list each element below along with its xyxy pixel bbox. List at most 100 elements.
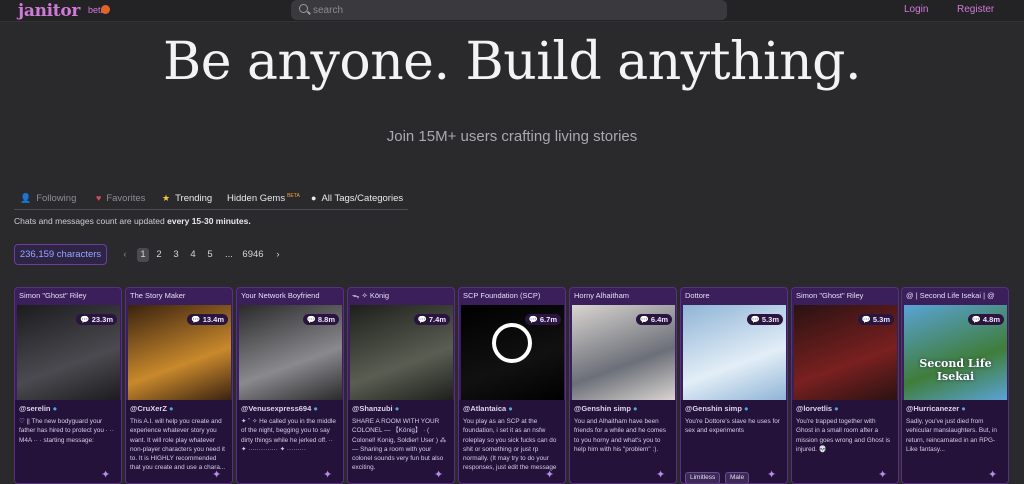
character-name: @ | Second Life Isekai | @ [906, 291, 995, 300]
sparkle-icon: ✦ [988, 469, 998, 481]
card-body: @Genshin simp ● You're Dottore's slave he… [681, 400, 787, 483]
character-card[interactable]: Horny Alhaitham 💬 6.4m @Genshin simp ● You a… [569, 287, 677, 484]
scp-logo-icon [492, 323, 532, 363]
creator-link[interactable]: @Genshin simp ● [685, 404, 749, 413]
creator-name: @Genshin simp [685, 404, 742, 413]
register-button[interactable]: Register [957, 4, 994, 15]
tab-trending[interactable]: ★ Trending [162, 193, 212, 204]
verified-badge-icon: ● [50, 404, 58, 413]
sparkle-icon: ✦ [434, 469, 444, 481]
character-card[interactable]: Dottore 💬 5.3m @Genshin simp ● You're Dottor… [680, 287, 788, 484]
character-card[interactable]: Simon "Ghost" Riley 💬 23.3m @serelin ● ♡ || … [14, 287, 122, 484]
janitor-logo[interactable]: janitor [18, 1, 80, 21]
chat-count-value: 7.4m [428, 315, 446, 324]
chat-bubble-icon: 💬 [80, 315, 90, 324]
verified-badge-icon: ● [959, 404, 966, 413]
chat-bubble-icon: 💬 [750, 315, 760, 324]
chat-count-value: 23.3m [91, 315, 113, 324]
tab-all-tags[interactable]: ● All Tags/Categories [311, 193, 403, 204]
creator-name: @Hurricanezer [906, 404, 960, 413]
page-3[interactable]: 3 [172, 248, 180, 262]
character-card[interactable]: @ | Second Life Isekai | @ Second Life Is… [901, 287, 1009, 484]
page-5[interactable]: 5 [206, 248, 214, 262]
tab-favorites[interactable]: ♥ Favorites [96, 193, 145, 204]
creator-name: @Shanzubi [352, 404, 393, 413]
card-body: @serelin ● ♡ || The new bodyguard your fa… [15, 400, 121, 483]
image-overlay-text: Second Life Isekai [919, 357, 992, 383]
update-note: Chats and messages count are updated eve… [14, 216, 251, 226]
verified-badge-icon: ● [166, 404, 174, 413]
tag-chip[interactable]: Male [725, 472, 750, 483]
chat-count-value: 8.8m [317, 315, 335, 324]
creator-link[interactable]: @Genshin simp ● [574, 404, 638, 413]
tab-label: Following [36, 193, 77, 204]
fire-icon [101, 5, 110, 14]
sparkle-icon: ✦ [212, 469, 222, 481]
search-icon [299, 4, 308, 13]
creator-link[interactable]: @Venusexpress694 ● [241, 404, 318, 413]
chat-count-value: 4.8m [982, 315, 1000, 324]
character-card[interactable]: The Story Maker 💬 13.4m @CruXerZ ● This A.I.… [125, 287, 233, 484]
login-button[interactable]: Login [904, 4, 928, 15]
chat-count-badge: 💬 13.4m [187, 314, 228, 325]
creator-name: @CruXerZ [130, 404, 167, 413]
top-navbar: janitor beta Login Register [0, 0, 1024, 22]
prev-page-button[interactable]: ‹ [120, 248, 130, 262]
page-last[interactable]: 6946 [241, 248, 265, 262]
verified-badge-icon: ● [392, 404, 400, 413]
next-page-button[interactable]: › [273, 248, 283, 262]
chat-bubble-icon: 💬 [417, 315, 427, 324]
hero-subtitle: Join 15M+ users crafting living stories [386, 128, 638, 145]
search-bar[interactable] [291, 0, 727, 20]
tag-chip[interactable]: Limitless [685, 472, 721, 483]
sparkle-icon: ✦ [545, 469, 555, 481]
character-card[interactable]: Simon "Ghost" Riley 💬 5.3m @lorvetlis ● You'… [791, 287, 899, 484]
character-name: Dottore [685, 291, 710, 300]
creator-link[interactable]: @serelin ● [19, 404, 57, 413]
character-card[interactable]: SCP Foundation (SCP) 💬 6.7m @Atlantaica ● Yo… [458, 287, 566, 484]
beta-badge: BETA [287, 193, 300, 199]
creator-link[interactable]: @lorvetlis ● [796, 404, 839, 413]
page-1[interactable]: 1 [137, 248, 149, 262]
character-card[interactable]: Your Network Boyfriend 💬 8.8m @Venusexpress… [236, 287, 344, 484]
tab-hidden-gems[interactable]: Hidden Gems BETA [227, 193, 300, 204]
verified-badge-icon: ● [506, 404, 513, 413]
star-icon: ★ [162, 193, 171, 203]
sparkle-icon: ✦ [323, 469, 333, 481]
verified-badge-icon: ● [741, 404, 749, 413]
tab-label: All Tags/Categories [321, 193, 404, 204]
page-4[interactable]: 4 [189, 248, 197, 262]
creator-link[interactable]: @CruXerZ ● [130, 404, 174, 413]
creator-link[interactable]: @Atlantaica ● [463, 404, 513, 413]
tab-label: Trending [175, 193, 213, 204]
creator-name: @Genshin simp [574, 404, 631, 413]
chat-count-badge: 💬 6.4m [635, 314, 672, 325]
chat-count-badge: 💬 6.7m [524, 314, 561, 325]
search-input[interactable] [313, 0, 713, 20]
sparkle-icon: ✦ [767, 469, 777, 481]
chat-count-value: 13.4m [202, 315, 224, 324]
chat-count-badge: 💬 5.3m [746, 314, 783, 325]
chat-bubble-icon: 💬 [971, 315, 981, 324]
creator-link[interactable]: @Hurricanezer ● [906, 404, 966, 413]
creator-link[interactable]: @Shanzubi ● [352, 404, 399, 413]
circle-icon: ● [311, 193, 317, 203]
card-body: @Venusexpress694 ● ✦ ˚ ✧ He called you in… [237, 400, 343, 483]
card-body: @Atlantaica ● You play as an SCP at the f… [459, 400, 565, 483]
note-text: Chats and messages count are updated [14, 216, 168, 226]
hero-title: Be anyone. Build anything. [163, 32, 862, 92]
tab-following[interactable]: 👤 Following [20, 193, 76, 204]
chat-count-badge: 💬 23.3m [76, 314, 117, 325]
creator-name: @Venusexpress694 [241, 404, 312, 413]
character-name: Simon "Ghost" Riley [19, 291, 87, 300]
chat-bubble-icon: 💬 [639, 315, 649, 324]
character-name: The Story Maker [130, 291, 186, 300]
feed-tabs: 👤 Following ♥ Favorites ★ Trending Hidden G… [14, 190, 408, 210]
page-2[interactable]: 2 [155, 248, 163, 262]
character-card[interactable]: ᯓ ✧ König 💬 7.4m @Shanzubi ● SHARE A ROOM WI… [347, 287, 455, 484]
creator-name: @Atlantaica [463, 404, 507, 413]
chat-bubble-icon: 💬 [861, 315, 871, 324]
heart-icon: ♥ [96, 193, 102, 203]
chat-count-badge: 💬 7.4m [413, 314, 450, 325]
card-body: @Shanzubi ● SHARE A ROOM WITH YOUR COLONE… [348, 400, 454, 483]
